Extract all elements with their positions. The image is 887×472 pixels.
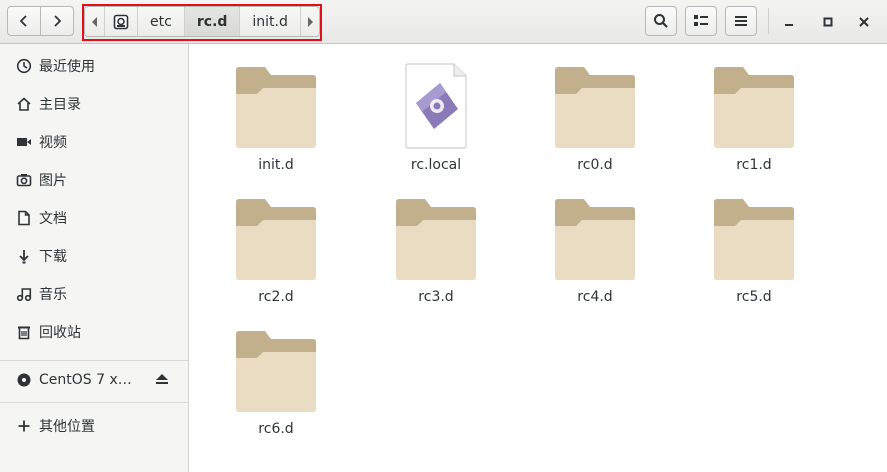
file-item-rc3-d[interactable]: rc3.d bbox=[376, 193, 496, 313]
script-file-icon bbox=[391, 61, 481, 151]
sidebar-item-downloads[interactable]: 下载 bbox=[0, 239, 189, 273]
header-separator bbox=[768, 8, 769, 34]
sidebar-item-label: 图片 bbox=[39, 173, 67, 189]
sidebar-item-documents[interactable]: 文档 bbox=[0, 201, 189, 235]
file-item-init-d[interactable]: init.d bbox=[216, 61, 336, 181]
sidebar-item-trash[interactable]: 回收站 bbox=[0, 315, 189, 349]
file-view: init.d rc.local rc0.d rc1.d rc2.d rc3.d bbox=[190, 45, 887, 472]
maximize-button[interactable] bbox=[816, 10, 840, 34]
folder-icon bbox=[231, 193, 321, 283]
disc-icon bbox=[16, 372, 32, 388]
clock-icon bbox=[16, 58, 32, 74]
folder-icon bbox=[231, 61, 321, 151]
sidebar-item-pictures[interactable]: 图片 bbox=[0, 163, 189, 197]
minimize-button[interactable] bbox=[777, 10, 801, 34]
sidebar-item-device[interactable]: CentOS 7 x… bbox=[0, 363, 189, 397]
folder-icon bbox=[709, 193, 799, 283]
file-name: rc1.d bbox=[736, 157, 772, 173]
close-button[interactable] bbox=[852, 10, 876, 34]
close-icon bbox=[859, 17, 869, 27]
file-name: rc2.d bbox=[258, 289, 294, 305]
folder-icon bbox=[391, 193, 481, 283]
folder-icon bbox=[550, 193, 640, 283]
sidebar-item-label: 主目录 bbox=[39, 97, 81, 113]
sidebar-item-recent[interactable]: 最近使用 bbox=[0, 49, 189, 83]
path-bar-highlight-box bbox=[82, 4, 322, 41]
menu-button[interactable] bbox=[725, 6, 757, 36]
file-item-rc2-d[interactable]: rc2.d bbox=[216, 193, 336, 313]
sidebar-item-other-locations[interactable]: 其他位置 bbox=[0, 409, 189, 443]
trash-icon bbox=[16, 324, 32, 340]
file-item-rc1-d[interactable]: rc1.d bbox=[694, 61, 814, 181]
minimize-icon bbox=[785, 24, 793, 26]
search-icon bbox=[654, 14, 668, 28]
download-icon bbox=[16, 248, 32, 264]
sidebar-item-label: 视频 bbox=[39, 135, 67, 151]
file-name: rc.local bbox=[410, 157, 462, 173]
file-item-rc6-d[interactable]: rc6.d bbox=[216, 325, 336, 445]
file-name: rc3.d bbox=[418, 289, 454, 305]
folder-icon bbox=[231, 325, 321, 415]
file-name: rc6.d bbox=[258, 421, 294, 437]
maximize-icon bbox=[823, 17, 833, 27]
sidebar-device-label: CentOS 7 x… bbox=[39, 372, 132, 388]
video-icon bbox=[16, 134, 32, 150]
view-toggle-button[interactable] bbox=[685, 6, 717, 36]
sidebar-item-home[interactable]: 主目录 bbox=[0, 87, 189, 121]
plus-icon bbox=[16, 418, 32, 434]
music-icon bbox=[16, 286, 32, 302]
file-name: init.d bbox=[258, 157, 294, 173]
file-name: rc0.d bbox=[577, 157, 613, 173]
folder-icon bbox=[550, 61, 640, 151]
sidebar-item-label: 回收站 bbox=[39, 325, 81, 341]
camera-icon bbox=[16, 172, 32, 188]
file-item-rc0-d[interactable]: rc0.d bbox=[535, 61, 655, 181]
eject-icon[interactable] bbox=[155, 373, 169, 389]
search-button[interactable] bbox=[645, 6, 677, 36]
sidebar-separator bbox=[0, 402, 189, 403]
file-name: rc4.d bbox=[577, 289, 613, 305]
chevron-right-icon bbox=[54, 15, 62, 27]
file-name: rc5.d bbox=[736, 289, 772, 305]
sidebar-item-videos[interactable]: 视频 bbox=[0, 125, 189, 159]
file-item-rc4-d[interactable]: rc4.d bbox=[535, 193, 655, 313]
sidebar-item-music[interactable]: 音乐 bbox=[0, 277, 189, 311]
list-view-icon bbox=[694, 15, 708, 26]
back-button[interactable] bbox=[7, 6, 41, 36]
home-icon bbox=[16, 96, 32, 112]
sidebar-item-label: 其他位置 bbox=[39, 419, 95, 435]
sidebar-separator bbox=[0, 360, 189, 361]
sidebar-item-label: 文档 bbox=[39, 211, 67, 227]
forward-button[interactable] bbox=[40, 6, 74, 36]
folder-icon bbox=[709, 61, 799, 151]
file-item-rc-local[interactable]: rc.local bbox=[376, 61, 496, 181]
file-item-rc5-d[interactable]: rc5.d bbox=[694, 193, 814, 313]
document-icon bbox=[16, 210, 32, 226]
sidebar-item-label: 最近使用 bbox=[39, 59, 95, 75]
header-bar: etc rc.d init.d bbox=[0, 0, 887, 44]
sidebar-item-label: 音乐 bbox=[39, 287, 67, 303]
chevron-left-icon bbox=[19, 15, 27, 27]
sidebar: 最近使用 主目录 视频 图片 文档 下载 音乐 回收站 CentOS 7 x… … bbox=[0, 44, 189, 472]
sidebar-item-label: 下载 bbox=[39, 249, 67, 265]
hamburger-menu-icon bbox=[735, 16, 747, 26]
